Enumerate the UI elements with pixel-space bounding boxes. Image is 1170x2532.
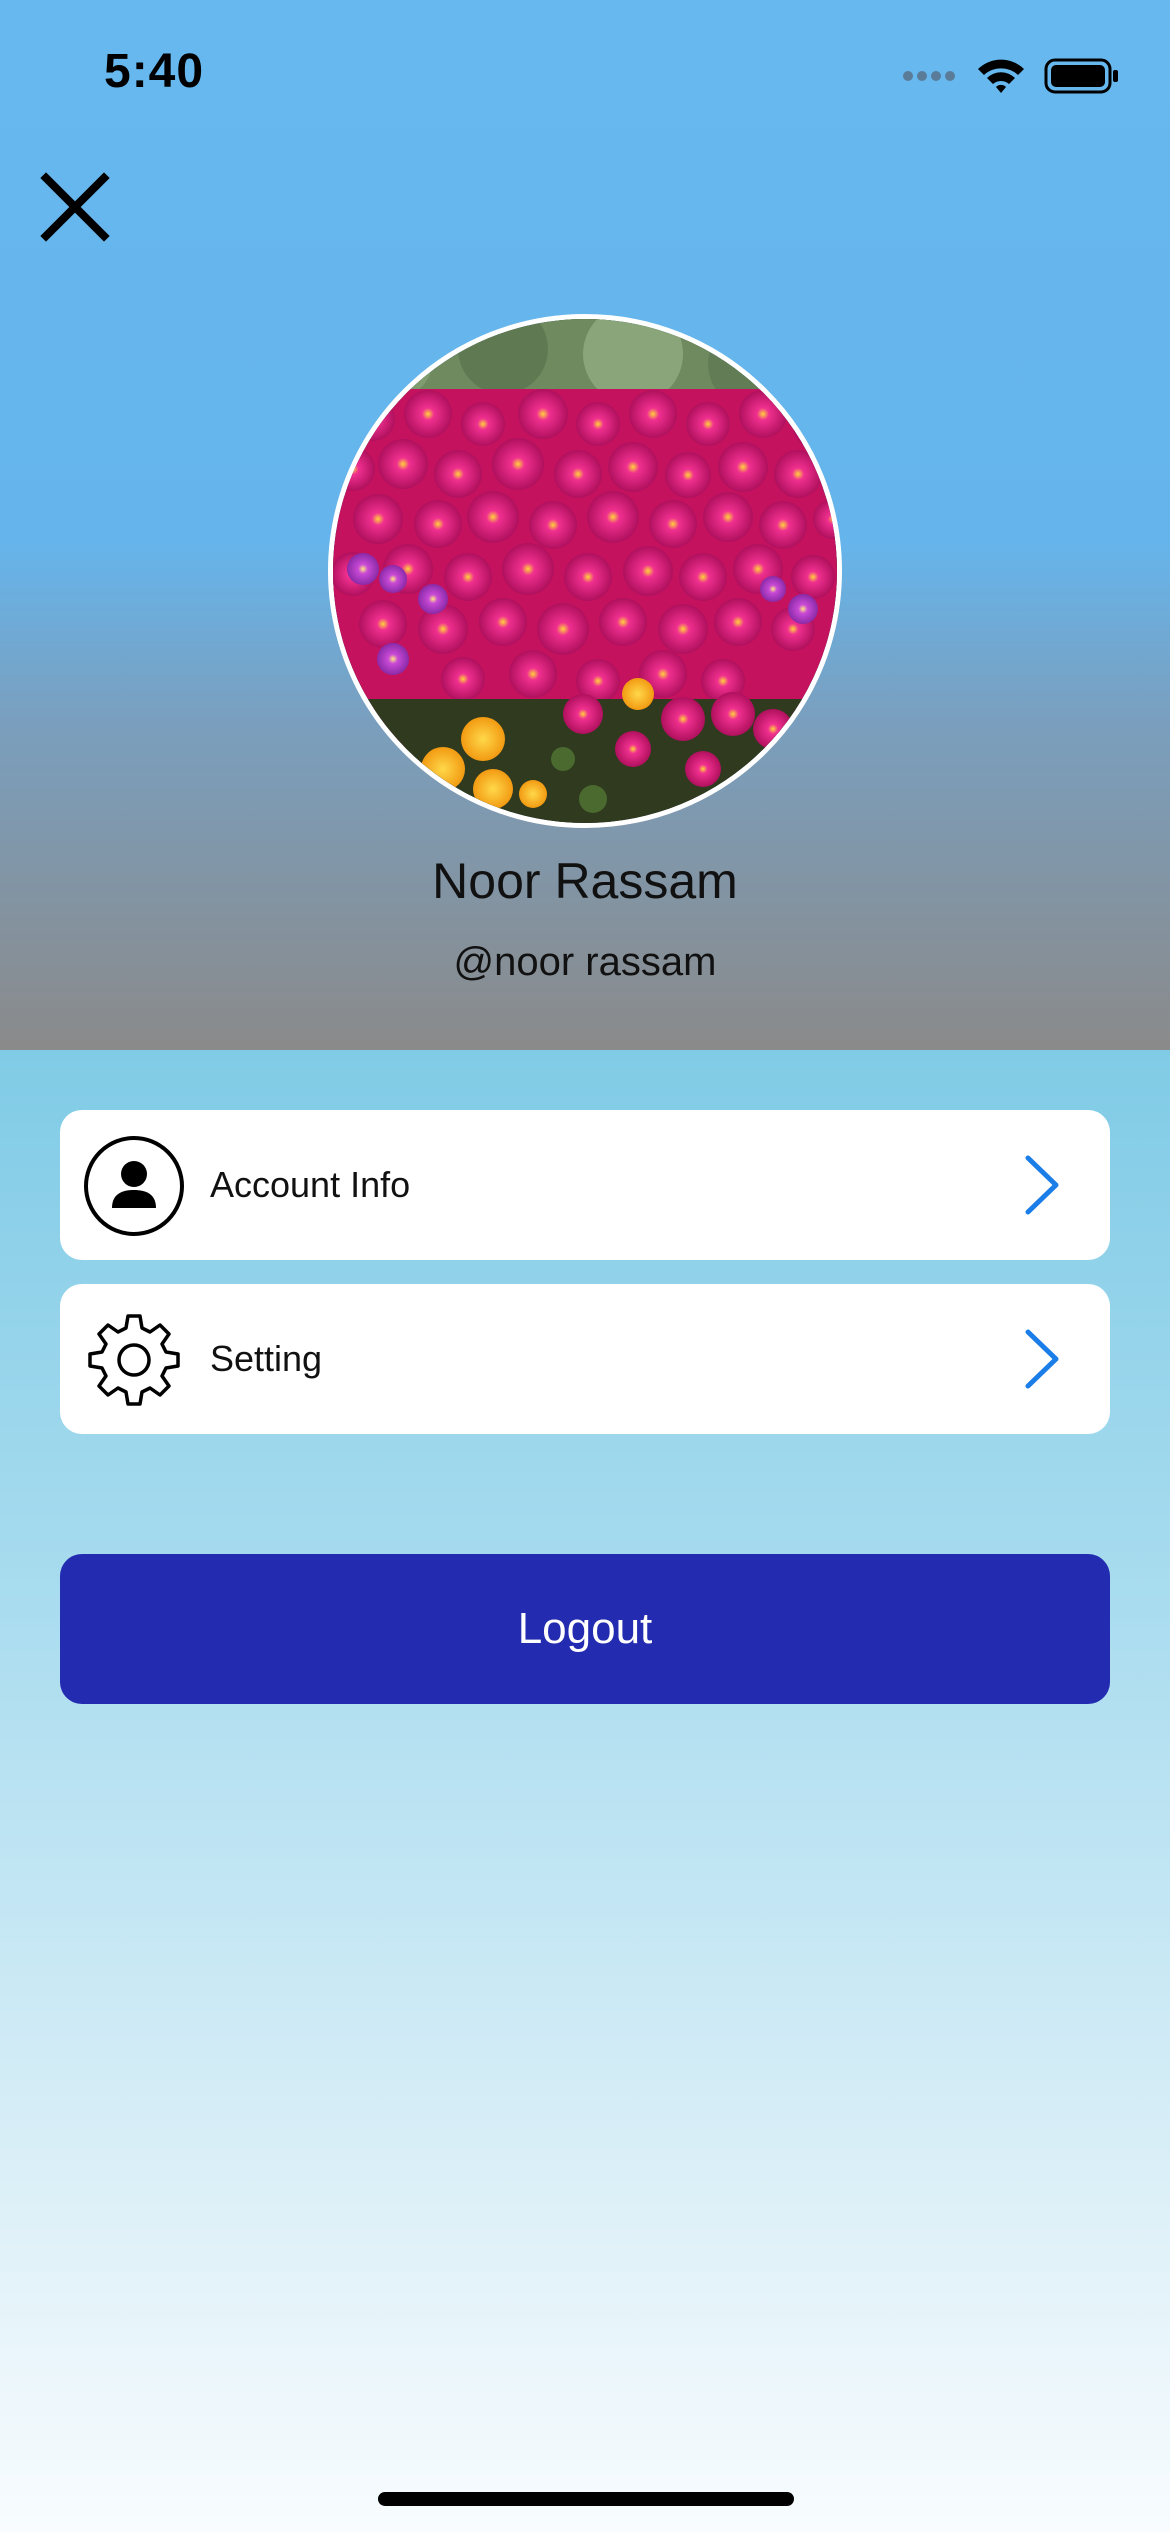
home-indicator <box>378 2492 794 2506</box>
close-button[interactable] <box>38 170 112 244</box>
wifi-icon <box>978 59 1024 93</box>
avatar[interactable] <box>328 314 842 828</box>
setting-label: Setting <box>210 1338 323 1379</box>
chevron-right-icon <box>1025 1155 1059 1215</box>
status-time: 5:40 <box>104 45 205 98</box>
avatar-photo <box>333 319 837 823</box>
battery-icon <box>1044 58 1118 94</box>
profile-header: 5:40 Noor Rassam @noor rassam <box>0 0 1170 1050</box>
profile-name: Noor Rassam <box>432 853 738 909</box>
status-icons <box>902 52 1120 100</box>
profile-handle: @noor rassam <box>453 940 717 984</box>
signal-dots-icon <box>903 71 955 81</box>
gear-icon <box>88 1314 180 1406</box>
logout-button[interactable]: Logout <box>60 1554 1110 1704</box>
setting-row[interactable]: Setting <box>60 1284 1110 1434</box>
chevron-right-icon <box>1025 1329 1059 1389</box>
account-info-label: Account Info <box>210 1164 411 1205</box>
account-info-row[interactable]: Account Info <box>60 1110 1110 1260</box>
person-circle-icon <box>84 1136 184 1236</box>
close-icon <box>40 172 110 242</box>
